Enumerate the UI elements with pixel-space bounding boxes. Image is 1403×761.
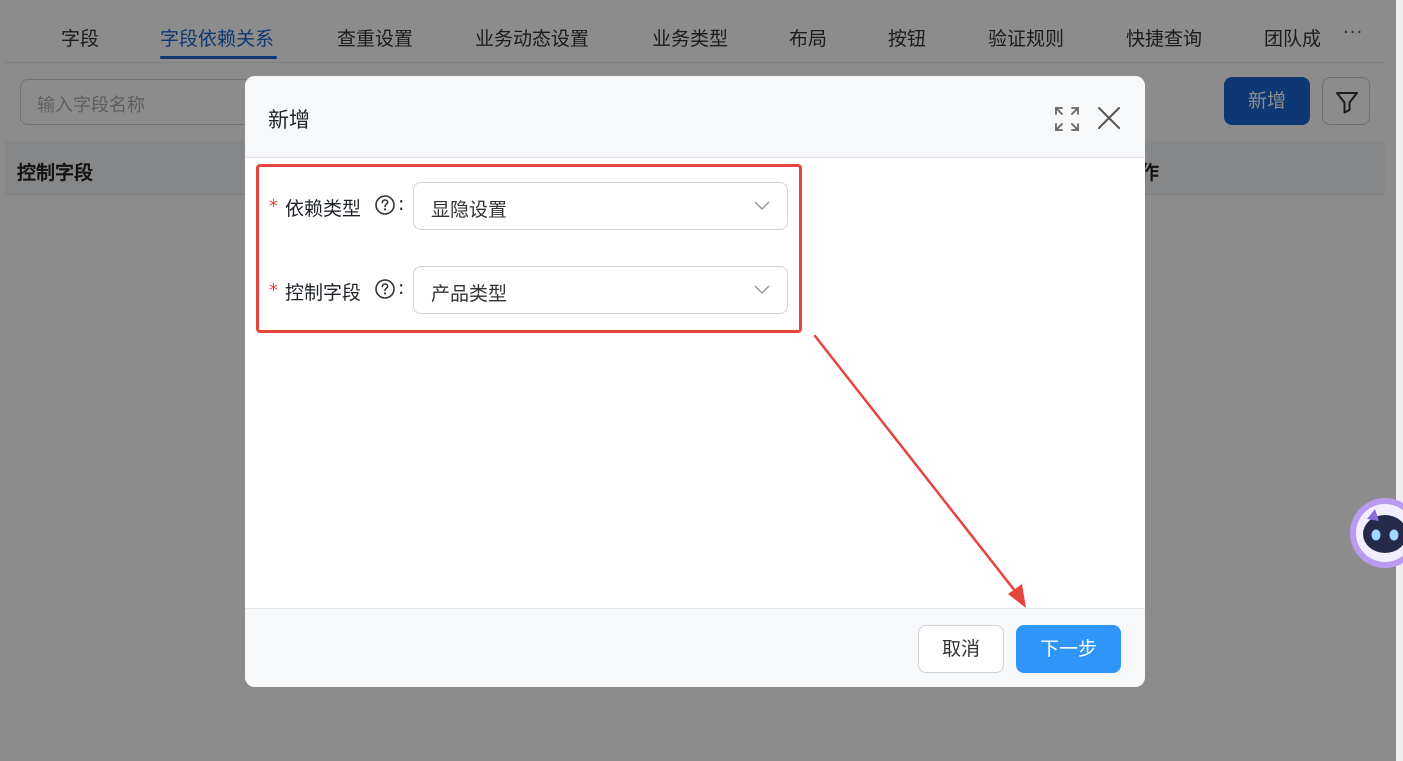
assistant-robot-icon[interactable] bbox=[1349, 497, 1403, 569]
dialog-title: 新增 bbox=[268, 108, 310, 132]
fullscreen-icon[interactable] bbox=[1053, 105, 1081, 133]
page-scrollbar[interactable] bbox=[1396, 0, 1403, 761]
annotation-highlight-box bbox=[256, 164, 802, 333]
dialog-footer: 取消 下一步 bbox=[245, 608, 1145, 687]
dialog-header: 新增 bbox=[245, 76, 1145, 158]
cancel-button[interactable]: 取消 bbox=[918, 625, 1004, 673]
add-dialog: 新增 * 依赖类型 : 显隐设置 * 控制字段: 产品类型 取消 下一步 bbox=[245, 76, 1145, 687]
next-step-button[interactable]: 下一步 bbox=[1016, 625, 1121, 673]
close-icon[interactable] bbox=[1096, 105, 1122, 131]
